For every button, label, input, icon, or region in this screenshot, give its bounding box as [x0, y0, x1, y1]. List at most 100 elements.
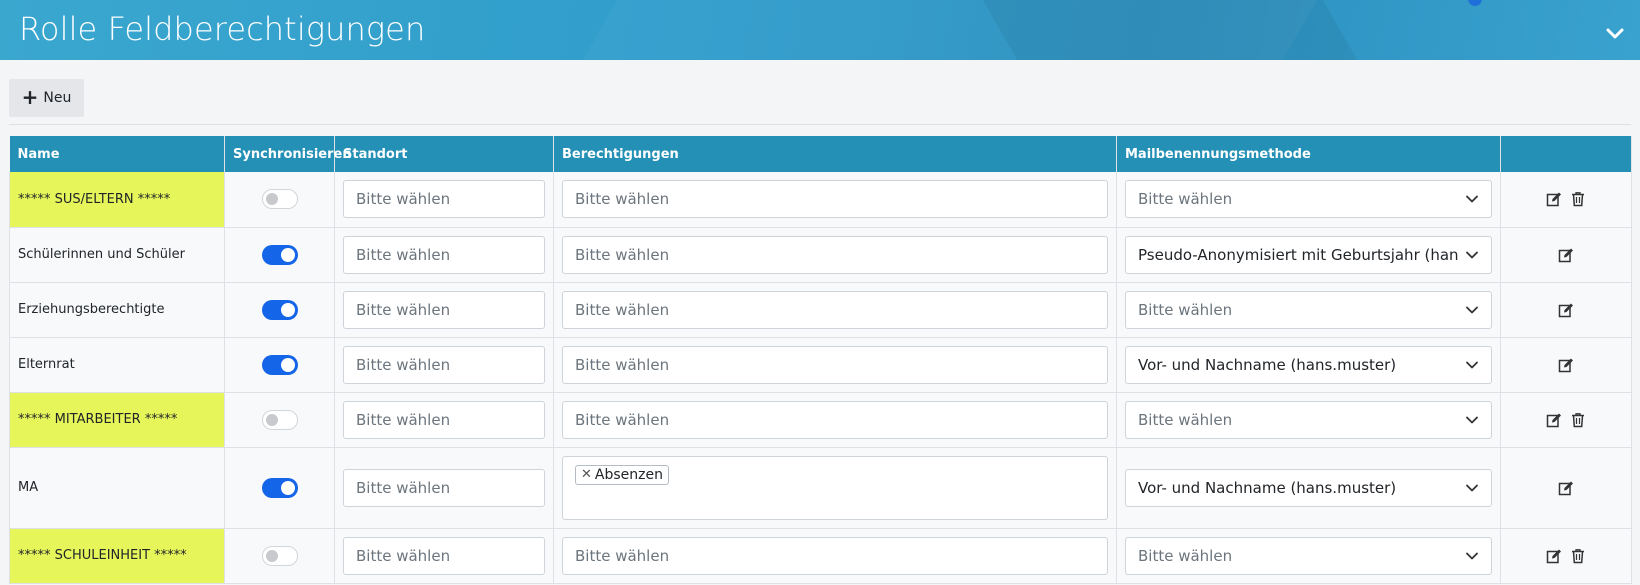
- role-name-cell: ***** SUS/ELTERN *****: [9, 172, 225, 228]
- mail-method-select[interactable]: Pseudo-Anonymisiert mit Geburtsjahr (han…: [1125, 235, 1492, 274]
- mail-method-select[interactable]: Bitte wählen: [1125, 400, 1492, 439]
- sync-toggle[interactable]: [261, 189, 298, 210]
- chevron-down-icon: [1466, 416, 1478, 423]
- sync-cell: [224, 337, 335, 393]
- permission-tag: ✕ Absenzen: [575, 464, 669, 485]
- role-name: Elternrat: [18, 357, 75, 372]
- sync-cell: [224, 392, 335, 448]
- location-placeholder: Bitte wählen: [356, 190, 451, 209]
- table-row: ***** SUS/ELTERN ***** Bitte wählen Bitt…: [9, 172, 1632, 228]
- location-placeholder: Bitte wählen: [356, 355, 451, 374]
- sync-toggle[interactable]: [261, 244, 298, 265]
- close-icon[interactable]: ✕: [581, 467, 592, 482]
- sync-toggle[interactable]: [261, 299, 298, 320]
- header-decoration-dot: [1468, 0, 1482, 6]
- mail-method-value: Pseudo-Anonymisiert mit Geburtsjahr (han…: [1138, 245, 1459, 264]
- edit-icon[interactable]: [1558, 247, 1574, 263]
- location-placeholder: Bitte wählen: [356, 245, 451, 264]
- permission-tag-label: Absenzen: [594, 466, 663, 483]
- new-button[interactable]: + Neu: [9, 79, 84, 117]
- table-row: Elternrat Bitte wählen Bitte wählen Vor-…: [9, 337, 1632, 393]
- permissions-placeholder: Bitte wählen: [575, 245, 670, 264]
- table-row: Erziehungsberechtigte Bitte wählen Bitte…: [9, 282, 1632, 338]
- trash-icon[interactable]: [1570, 191, 1586, 207]
- permissions-cell: Bitte wählen: [553, 337, 1117, 393]
- mail-method-cell: Bitte wählen: [1116, 172, 1501, 228]
- edit-icon[interactable]: [1546, 412, 1562, 428]
- row-actions: [1509, 191, 1623, 207]
- edit-icon[interactable]: [1546, 548, 1562, 564]
- mail-method-value: Bitte wählen: [1138, 410, 1233, 429]
- location-select[interactable]: Bitte wählen: [343, 400, 545, 439]
- mail-method-value: Bitte wählen: [1138, 190, 1233, 209]
- column-header-name[interactable]: Name: [9, 136, 225, 172]
- location-placeholder: Bitte wählen: [356, 546, 451, 565]
- location-select[interactable]: Bitte wählen: [343, 290, 545, 329]
- permissions-placeholder: Bitte wählen: [575, 300, 670, 319]
- mail-method-cell: Bitte wählen: [1116, 282, 1501, 338]
- actions-cell: [1500, 337, 1632, 393]
- sync-toggle[interactable]: [261, 409, 298, 430]
- sync-toggle[interactable]: [261, 354, 298, 375]
- sync-toggle[interactable]: [261, 477, 298, 498]
- location-select[interactable]: Bitte wählen: [343, 345, 545, 384]
- permissions-select[interactable]: Bitte wählen: [562, 345, 1108, 384]
- location-select[interactable]: Bitte wählen: [343, 180, 545, 219]
- role-name-cell: ***** SCHULEINHEIT *****: [9, 528, 225, 584]
- location-select[interactable]: Bitte wählen: [343, 235, 545, 274]
- sync-toggle[interactable]: [261, 545, 298, 566]
- mail-method-select[interactable]: Bitte wählen: [1125, 536, 1492, 575]
- mail-method-select[interactable]: Bitte wählen: [1125, 290, 1492, 329]
- row-actions: [1509, 357, 1623, 373]
- column-header-mail-method[interactable]: Mailbenennungsmethode: [1116, 136, 1501, 172]
- actions-cell: [1500, 447, 1632, 529]
- chevron-down-icon[interactable]: [1604, 22, 1626, 44]
- role-name-cell: Elternrat: [9, 337, 225, 393]
- location-select[interactable]: Bitte wählen: [343, 536, 545, 575]
- role-permissions-table: Name Synchronisieren Standort Berechtigu…: [9, 136, 1632, 584]
- edit-icon[interactable]: [1558, 357, 1574, 373]
- column-header-permissions[interactable]: Berechtigungen: [553, 136, 1117, 172]
- mail-method-select[interactable]: Bitte wählen: [1125, 180, 1492, 219]
- divider: [9, 124, 1631, 125]
- role-name: Schülerinnen und Schüler: [18, 247, 185, 262]
- permissions-select[interactable]: ✕ Absenzen: [562, 455, 1108, 520]
- permissions-select[interactable]: Bitte wählen: [562, 235, 1108, 274]
- edit-icon[interactable]: [1558, 302, 1574, 318]
- actions-cell: [1500, 227, 1632, 283]
- edit-icon[interactable]: [1546, 191, 1562, 207]
- page-title: Rolle Feldberechtigungen: [19, 10, 426, 48]
- location-cell: Bitte wählen: [334, 282, 554, 338]
- location-cell: Bitte wählen: [334, 172, 554, 228]
- location-placeholder: Bitte wählen: [356, 300, 451, 319]
- sync-cell: [224, 528, 335, 584]
- edit-icon[interactable]: [1558, 480, 1574, 496]
- column-header-actions: [1500, 136, 1632, 172]
- permissions-select[interactable]: Bitte wählen: [562, 180, 1108, 219]
- actions-cell: [1500, 392, 1632, 448]
- column-header-sync[interactable]: Synchronisieren: [224, 136, 352, 172]
- permissions-cell: Bitte wählen: [553, 227, 1117, 283]
- location-select[interactable]: Bitte wählen: [343, 468, 545, 507]
- row-actions: [1509, 247, 1623, 263]
- page-header: Rolle Feldberechtigungen: [0, 0, 1640, 60]
- mail-method-cell: Bitte wählen: [1116, 392, 1501, 448]
- sync-cell: [224, 282, 335, 338]
- sync-cell: [224, 227, 335, 283]
- trash-icon[interactable]: [1570, 412, 1586, 428]
- mail-method-select[interactable]: Vor- und Nachname (hans.muster): [1125, 468, 1492, 507]
- role-name-cell: ***** MITARBEITER *****: [9, 392, 225, 448]
- actions-cell: [1500, 282, 1632, 338]
- permissions-select[interactable]: Bitte wählen: [562, 400, 1108, 439]
- trash-icon[interactable]: [1570, 548, 1586, 564]
- location-cell: Bitte wählen: [334, 528, 554, 584]
- permissions-select[interactable]: Bitte wählen: [562, 290, 1108, 329]
- permissions-placeholder: Bitte wählen: [575, 546, 670, 565]
- mail-method-select[interactable]: Vor- und Nachname (hans.muster): [1125, 345, 1492, 384]
- column-header-location[interactable]: Standort: [334, 136, 554, 172]
- permissions-cell: Bitte wählen: [553, 392, 1117, 448]
- permissions-cell: Bitte wählen: [553, 528, 1117, 584]
- mail-method-cell: Pseudo-Anonymisiert mit Geburtsjahr (han…: [1116, 227, 1501, 283]
- row-actions: [1509, 480, 1623, 496]
- permissions-select[interactable]: Bitte wählen: [562, 536, 1108, 575]
